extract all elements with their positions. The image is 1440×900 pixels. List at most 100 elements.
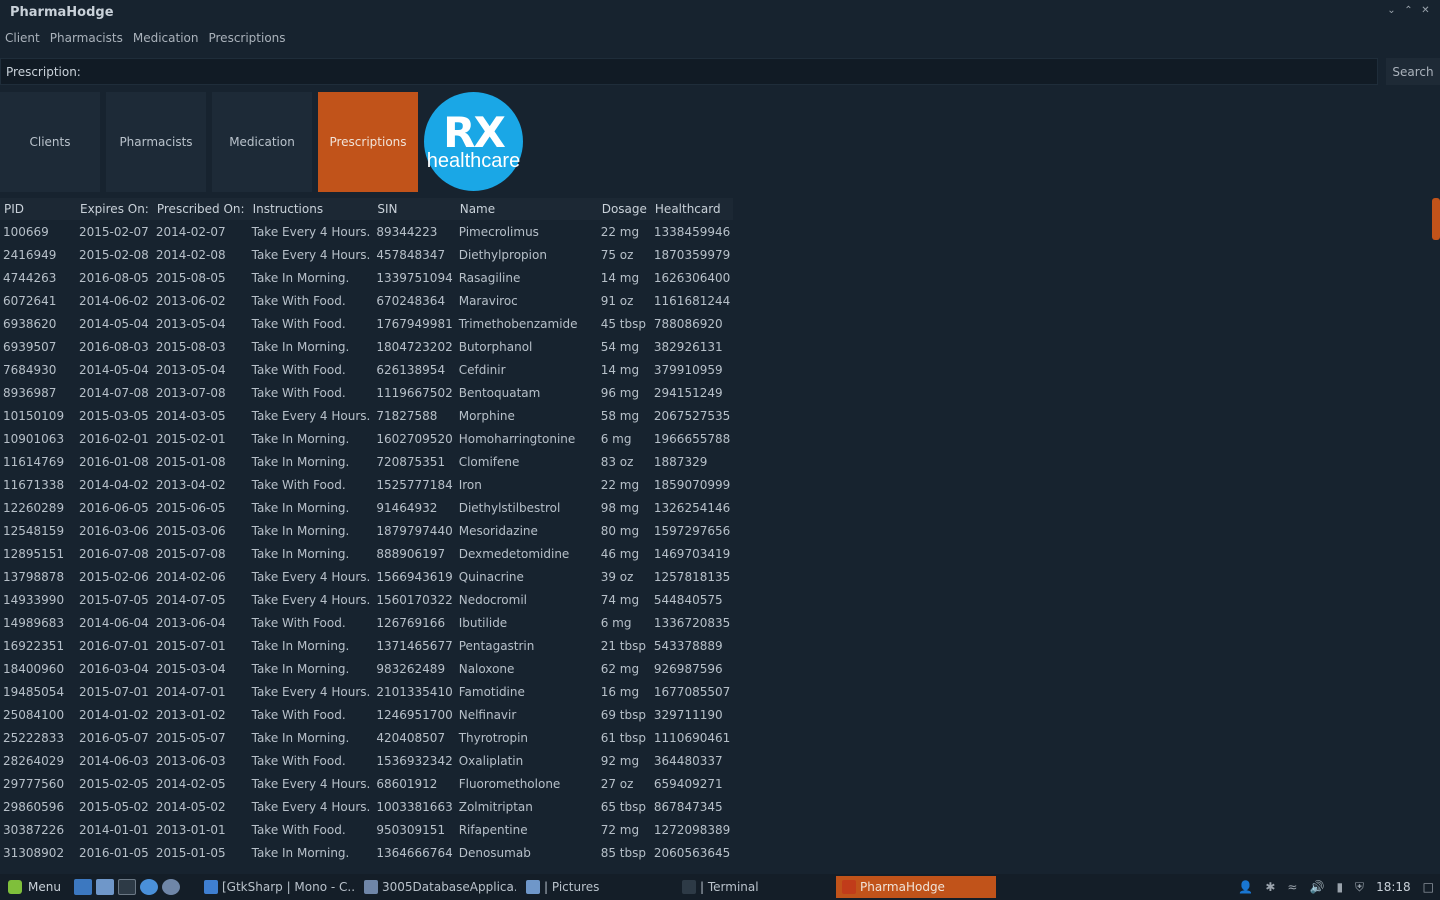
table-row[interactable]: 30387226 2014-01-01 2013-01-01 Take With Fo… bbox=[0, 818, 733, 841]
tile-medication[interactable]: Medication bbox=[212, 92, 312, 192]
table-row[interactable]: 12260289 2016-06-05 2015-06-05 Take In Morn… bbox=[0, 496, 733, 519]
tile-clients[interactable]: Clients bbox=[0, 92, 100, 192]
col-name[interactable]: Name bbox=[455, 198, 598, 220]
table-row[interactable]: 29777560 2015-02-05 2014-02-05 Take Every 4… bbox=[0, 772, 733, 795]
close-icon[interactable]: ✕ bbox=[1421, 5, 1430, 16]
minimize-icon[interactable]: ⌄ bbox=[1387, 5, 1396, 16]
table-row[interactable]: 7684930 2014-05-04 2013-05-04 Take With Foo… bbox=[0, 358, 733, 381]
table-row[interactable]: 25222833 2016-05-07 2015-05-07 Take In Morn… bbox=[0, 726, 733, 749]
show-desktop-icon[interactable] bbox=[74, 879, 92, 895]
cell-prescribed-on: 2014-02-07 bbox=[155, 224, 226, 239]
cell-expires-on: 2015-02-07 bbox=[79, 224, 149, 239]
col-prescribed-on[interactable]: Prescribed On: bbox=[152, 198, 249, 220]
table-row[interactable]: 10901063 2016-02-01 2015-02-01 Take In Morn… bbox=[0, 427, 733, 450]
table-row[interactable]: 13798878 2015-02-06 2014-02-06 Take Every 4… bbox=[0, 565, 733, 588]
cell-pid: 13798878 bbox=[3, 569, 65, 584]
cell-sin: 1119667502 bbox=[376, 385, 453, 400]
clock[interactable]: 18:18 bbox=[1376, 880, 1411, 894]
taskbar-task[interactable]: | Pictures bbox=[520, 876, 672, 898]
cell-healthcard: 329711190 bbox=[653, 707, 723, 722]
col-pid[interactable]: PID bbox=[0, 198, 76, 220]
table-row[interactable]: 19485054 2015-07-01 2014-07-01 Take Every 4… bbox=[0, 680, 733, 703]
table-row[interactable]: 28264029 2014-06-03 2013-06-03 Take With Fo… bbox=[0, 749, 733, 772]
cell-healthcard: 1161681244 bbox=[653, 293, 731, 308]
cell-pid: 14933990 bbox=[3, 592, 65, 607]
table-row[interactable]: 8936987 2014-07-08 2013-07-08 Take With Foo… bbox=[0, 381, 733, 404]
menu-pharmacists[interactable]: Pharmacists bbox=[50, 28, 123, 48]
user-icon[interactable]: 👤 bbox=[1238, 880, 1253, 894]
table-row[interactable]: 14933990 2015-07-05 2014-07-05 Take Every 4… bbox=[0, 588, 733, 611]
search-button[interactable]: Search bbox=[1386, 58, 1440, 85]
cell-dosage: 85 tbsp bbox=[600, 845, 646, 860]
prescription-search-input[interactable] bbox=[86, 64, 1377, 79]
maximize-icon[interactable]: ⌃ bbox=[1404, 5, 1413, 16]
taskbar-task[interactable]: PharmaHodge bbox=[836, 876, 996, 898]
cell-instructions: Take In Morning. bbox=[251, 730, 350, 745]
cell-expires-on: 2016-01-08 bbox=[79, 454, 149, 469]
start-menu-button[interactable]: Menu bbox=[0, 880, 74, 894]
cell-expires-on: 2014-06-03 bbox=[79, 753, 149, 768]
task-label: 3005DatabaseApplica... bbox=[382, 880, 516, 894]
table-row[interactable]: 6938620 2014-05-04 2013-05-04 Take With Foo… bbox=[0, 312, 733, 335]
cell-healthcard: 544840575 bbox=[653, 592, 723, 607]
col-expires-on[interactable]: Expires On: bbox=[76, 198, 153, 220]
menu-client[interactable]: Client bbox=[5, 28, 40, 48]
table-row[interactable]: 18400960 2016-03-04 2015-03-04 Take In Morn… bbox=[0, 657, 733, 680]
cell-pid: 25084100 bbox=[3, 707, 65, 722]
table-row[interactable]: 11671338 2014-04-02 2013-04-02 Take With Fo… bbox=[0, 473, 733, 496]
menu-medication[interactable]: Medication bbox=[133, 28, 199, 48]
tile-prescriptions[interactable]: Prescriptions bbox=[318, 92, 418, 192]
col-instructions[interactable]: Instructions bbox=[248, 198, 374, 220]
cell-prescribed-on: 2013-01-02 bbox=[155, 707, 226, 722]
col-dosage[interactable]: Dosage bbox=[597, 198, 651, 220]
table-row[interactable]: 100669 2015-02-07 2014-02-07 Take Every 4 H… bbox=[0, 220, 733, 243]
cell-healthcard: 1859070999 bbox=[653, 477, 731, 492]
taskbar-task[interactable]: [GtkSharp | Mono - C... bbox=[198, 876, 354, 898]
menu-prescriptions[interactable]: Prescriptions bbox=[208, 28, 285, 48]
table-row[interactable]: 14989683 2014-06-04 2013-06-04 Take With Fo… bbox=[0, 611, 733, 634]
cell-dosage: 72 mg bbox=[600, 822, 640, 837]
col-healthcard[interactable]: Healthcard bbox=[650, 198, 734, 220]
taskbar-task[interactable]: | Terminal bbox=[676, 876, 832, 898]
table-row[interactable]: 12548159 2016-03-06 2015-03-06 Take In Morn… bbox=[0, 519, 733, 542]
table-row[interactable]: 6072641 2014-06-02 2013-06-02 Take With Foo… bbox=[0, 289, 733, 312]
table-row[interactable]: 4744263 2016-08-05 2015-08-05 Take In Morni… bbox=[0, 266, 733, 289]
cell-pid: 30387226 bbox=[3, 822, 65, 837]
wifi-icon[interactable]: ≈ bbox=[1287, 880, 1297, 894]
bluetooth-icon[interactable]: ✱ bbox=[1265, 880, 1275, 894]
files-launcher-icon[interactable] bbox=[96, 879, 114, 895]
cell-pid: 25222833 bbox=[3, 730, 65, 745]
clipboard-icon[interactable]: ▮ bbox=[1336, 880, 1343, 894]
table-row[interactable]: 12895151 2016-07-08 2015-07-08 Take In Morn… bbox=[0, 542, 733, 565]
cell-expires-on: 2014-01-02 bbox=[79, 707, 149, 722]
terminal-launcher-icon[interactable] bbox=[118, 879, 136, 895]
table-row[interactable]: 29860596 2015-05-02 2014-05-02 Take Every 4… bbox=[0, 795, 733, 818]
table-row[interactable]: 10150109 2015-03-05 2014-03-05 Take Every 4… bbox=[0, 404, 733, 427]
task-list: [GtkSharp | Mono - C... 3005DatabaseAppli… bbox=[198, 876, 996, 898]
table-row[interactable]: 6939507 2016-08-03 2015-08-03 Take In Morni… bbox=[0, 335, 733, 358]
app-launcher-icon[interactable] bbox=[162, 879, 180, 895]
cell-expires-on: 2015-07-05 bbox=[79, 592, 149, 607]
taskbar-task[interactable]: 3005DatabaseApplica... bbox=[358, 876, 516, 898]
cell-prescribed-on: 2014-03-05 bbox=[155, 408, 226, 423]
table-row[interactable]: 11614769 2016-01-08 2015-01-08 Take In Morn… bbox=[0, 450, 733, 473]
cell-sin: 626138954 bbox=[376, 362, 446, 377]
cell-dosage: 75 oz bbox=[600, 247, 634, 262]
notification-icon[interactable]: □ bbox=[1423, 880, 1434, 894]
cell-dosage: 22 mg bbox=[600, 477, 640, 492]
table-row[interactable]: 16922351 2016-07-01 2015-07-01 Take In Morn… bbox=[0, 634, 733, 657]
table-row[interactable]: 31308902 2016-01-05 2015-01-05 Take In Morn… bbox=[0, 841, 733, 864]
cell-pid: 6939507 bbox=[3, 339, 57, 354]
logo-healthcare-text: healthcare bbox=[426, 149, 521, 172]
table-scrollbar[interactable] bbox=[1432, 198, 1440, 240]
table-row[interactable]: 2416949 2015-02-08 2014-02-08 Take Every 4 … bbox=[0, 243, 733, 266]
tile-pharmacists[interactable]: Pharmacists bbox=[106, 92, 206, 192]
cell-healthcard: 1597297656 bbox=[653, 523, 731, 538]
shield-icon[interactable]: ⛨ bbox=[1355, 880, 1364, 895]
table-row[interactable]: 25084100 2014-01-02 2013-01-02 Take With Fo… bbox=[0, 703, 733, 726]
volume-icon[interactable]: 🔊 bbox=[1309, 880, 1324, 894]
cell-name: Trimethobenzamide bbox=[458, 316, 578, 331]
cell-dosage: 22 mg bbox=[600, 224, 640, 239]
browser-launcher-icon[interactable] bbox=[140, 879, 158, 895]
col-sin[interactable]: SIN bbox=[373, 198, 456, 220]
